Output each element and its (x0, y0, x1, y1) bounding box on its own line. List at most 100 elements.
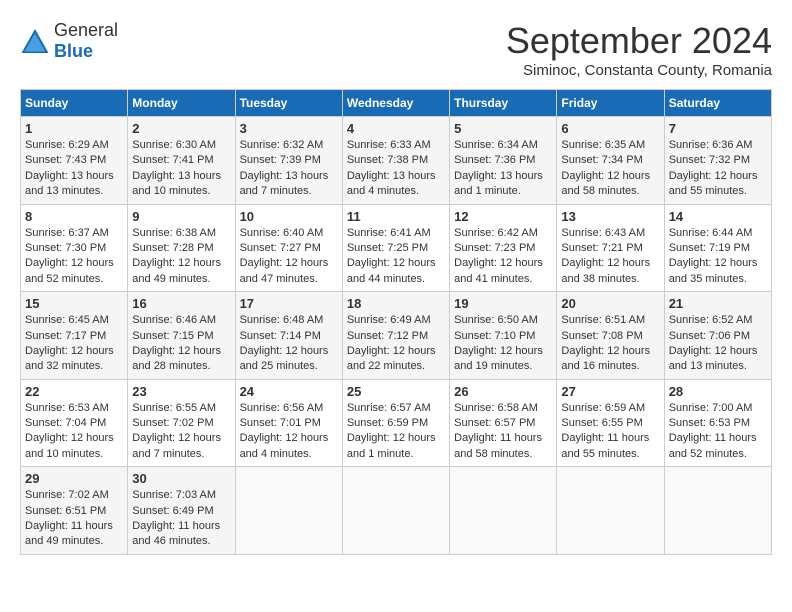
cell-info: Sunrise: 6:30 AM Sunset: 7:41 PM Dayligh… (132, 138, 230, 200)
calendar-cell: 15Sunrise: 6:45 AM Sunset: 7:17 PM Dayli… (21, 292, 128, 380)
cell-info: Sunrise: 6:41 AM Sunset: 7:25 PM Dayligh… (347, 226, 445, 288)
calendar-cell (235, 467, 342, 555)
day-number: 21 (669, 296, 767, 311)
logo-blue: Blue (54, 41, 93, 61)
calendar-cell: 28Sunrise: 7:00 AM Sunset: 6:53 PM Dayli… (664, 379, 771, 467)
calendar-cell (557, 467, 664, 555)
cell-info: Sunrise: 6:59 AM Sunset: 6:55 PM Dayligh… (561, 401, 659, 463)
calendar-cell: 30 Sunrise: 7:03 AM Sunset: 6:49 PM Dayli… (128, 467, 235, 555)
day-number: 25 (347, 384, 445, 399)
calendar-cell: 13 Sunrise: 6:43 AM Sunset: 7:21 PM Dayli… (557, 204, 664, 292)
cell-info: Sunrise: 6:57 AM Sunset: 6:59 PM Dayligh… (347, 401, 445, 463)
weekday-header: Sunday (21, 90, 128, 117)
cell-info: Sunrise: 6:58 AM Sunset: 6:57 PM Dayligh… (454, 401, 552, 463)
cell-info: Sunrise: 6:33 AM Sunset: 7:38 PM Dayligh… (347, 138, 445, 200)
calendar-cell: 4 Sunrise: 6:33 AM Sunset: 7:38 PM Daylig… (342, 117, 449, 205)
calendar-cell: 29 Sunrise: 7:02 AM Sunset: 6:51 PM Dayli… (21, 467, 128, 555)
cell-info: Sunrise: 6:44 AM Sunset: 7:19 PM Dayligh… (669, 226, 767, 288)
logo: General Blue (20, 20, 118, 62)
day-number: 13 (561, 209, 659, 224)
day-number: 27 (561, 384, 659, 399)
weekday-header: Saturday (664, 90, 771, 117)
calendar-table: SundayMondayTuesdayWednesdayThursdayFrid… (20, 89, 772, 555)
cell-info: Sunrise: 6:46 AM Sunset: 7:15 PM Dayligh… (132, 313, 230, 375)
cell-info: Sunrise: 6:52 AM Sunset: 7:06 PM Dayligh… (669, 313, 767, 375)
calendar-week-row: 8Sunrise: 6:37 AM Sunset: 7:30 PM Daylig… (21, 204, 772, 292)
calendar-cell: 6Sunrise: 6:35 AM Sunset: 7:34 PM Daylig… (557, 117, 664, 205)
day-number: 6 (561, 121, 659, 136)
cell-info: Sunrise: 6:29 AM Sunset: 7:43 PM Dayligh… (25, 138, 123, 200)
calendar-cell: 18Sunrise: 6:49 AM Sunset: 7:12 PM Dayli… (342, 292, 449, 380)
cell-info: Sunrise: 6:43 AM Sunset: 7:21 PM Dayligh… (561, 226, 659, 288)
logo-icon (20, 26, 50, 56)
day-number: 24 (240, 384, 338, 399)
day-number: 4 (347, 121, 445, 136)
calendar-cell: 1 Sunrise: 6:29 AM Sunset: 7:43 PM Daylig… (21, 117, 128, 205)
logo-general: General (54, 20, 118, 40)
day-number: 30 (132, 471, 230, 486)
calendar-week-row: 22Sunrise: 6:53 AM Sunset: 7:04 PM Dayli… (21, 379, 772, 467)
calendar-cell: 24 Sunrise: 6:56 AM Sunset: 7:01 PM Dayli… (235, 379, 342, 467)
day-number: 1 (25, 121, 123, 136)
cell-info: Sunrise: 6:50 AM Sunset: 7:10 PM Dayligh… (454, 313, 552, 375)
day-number: 15 (25, 296, 123, 311)
weekday-header: Tuesday (235, 90, 342, 117)
cell-info: Sunrise: 6:34 AM Sunset: 7:36 PM Dayligh… (454, 138, 552, 200)
calendar-cell: 25 Sunrise: 6:57 AM Sunset: 6:59 PM Dayli… (342, 379, 449, 467)
day-number: 5 (454, 121, 552, 136)
month-title: September 2024 (506, 20, 772, 62)
calendar-cell: 12 Sunrise: 6:42 AM Sunset: 7:23 PM Dayli… (450, 204, 557, 292)
calendar-cell: 19 Sunrise: 6:50 AM Sunset: 7:10 PM Dayli… (450, 292, 557, 380)
calendar-cell (664, 467, 771, 555)
day-number: 28 (669, 384, 767, 399)
calendar-cell: 21 Sunrise: 6:52 AM Sunset: 7:06 PM Dayli… (664, 292, 771, 380)
day-number: 12 (454, 209, 552, 224)
location-subtitle: Siminoc, Constanta County, Romania (506, 62, 772, 79)
calendar-cell: 11Sunrise: 6:41 AM Sunset: 7:25 PM Dayli… (342, 204, 449, 292)
cell-info: Sunrise: 6:53 AM Sunset: 7:04 PM Dayligh… (25, 401, 123, 463)
day-number: 23 (132, 384, 230, 399)
calendar-header-row: SundayMondayTuesdayWednesdayThursdayFrid… (21, 90, 772, 117)
day-number: 29 (25, 471, 123, 486)
calendar-body: 1 Sunrise: 6:29 AM Sunset: 7:43 PM Daylig… (21, 117, 772, 555)
calendar-cell: 8Sunrise: 6:37 AM Sunset: 7:30 PM Daylig… (21, 204, 128, 292)
calendar-cell: 16 Sunrise: 6:46 AM Sunset: 7:15 PM Dayli… (128, 292, 235, 380)
cell-info: Sunrise: 6:55 AM Sunset: 7:02 PM Dayligh… (132, 401, 230, 463)
cell-info: Sunrise: 6:37 AM Sunset: 7:30 PM Dayligh… (25, 226, 123, 288)
weekday-header: Thursday (450, 90, 557, 117)
calendar-cell: 23 Sunrise: 6:55 AM Sunset: 7:02 PM Dayli… (128, 379, 235, 467)
weekday-header: Friday (557, 90, 664, 117)
calendar-cell: 7Sunrise: 6:36 AM Sunset: 7:32 PM Daylig… (664, 117, 771, 205)
calendar-cell: 9 Sunrise: 6:38 AM Sunset: 7:28 PM Daylig… (128, 204, 235, 292)
day-number: 16 (132, 296, 230, 311)
cell-info: Sunrise: 6:38 AM Sunset: 7:28 PM Dayligh… (132, 226, 230, 288)
cell-info: Sunrise: 6:49 AM Sunset: 7:12 PM Dayligh… (347, 313, 445, 375)
cell-info: Sunrise: 6:40 AM Sunset: 7:27 PM Dayligh… (240, 226, 338, 288)
cell-info: Sunrise: 7:03 AM Sunset: 6:49 PM Dayligh… (132, 488, 230, 550)
day-number: 26 (454, 384, 552, 399)
calendar-week-row: 1 Sunrise: 6:29 AM Sunset: 7:43 PM Daylig… (21, 117, 772, 205)
calendar-cell: 14 Sunrise: 6:44 AM Sunset: 7:19 PM Dayli… (664, 204, 771, 292)
day-number: 19 (454, 296, 552, 311)
cell-info: Sunrise: 6:51 AM Sunset: 7:08 PM Dayligh… (561, 313, 659, 375)
cell-info: Sunrise: 6:36 AM Sunset: 7:32 PM Dayligh… (669, 138, 767, 200)
calendar-cell: 26 Sunrise: 6:58 AM Sunset: 6:57 PM Dayli… (450, 379, 557, 467)
title-area: September 2024 Siminoc, Constanta County… (506, 20, 772, 79)
day-number: 17 (240, 296, 338, 311)
weekday-header: Monday (128, 90, 235, 117)
day-number: 9 (132, 209, 230, 224)
cell-info: Sunrise: 7:02 AM Sunset: 6:51 PM Dayligh… (25, 488, 123, 550)
calendar-cell: 3Sunrise: 6:32 AM Sunset: 7:39 PM Daylig… (235, 117, 342, 205)
calendar-cell: 5 Sunrise: 6:34 AM Sunset: 7:36 PM Daylig… (450, 117, 557, 205)
cell-info: Sunrise: 6:42 AM Sunset: 7:23 PM Dayligh… (454, 226, 552, 288)
calendar-week-row: 29 Sunrise: 7:02 AM Sunset: 6:51 PM Dayli… (21, 467, 772, 555)
cell-info: Sunrise: 6:48 AM Sunset: 7:14 PM Dayligh… (240, 313, 338, 375)
day-number: 14 (669, 209, 767, 224)
weekday-header: Wednesday (342, 90, 449, 117)
calendar-cell: 20Sunrise: 6:51 AM Sunset: 7:08 PM Dayli… (557, 292, 664, 380)
cell-info: Sunrise: 6:56 AM Sunset: 7:01 PM Dayligh… (240, 401, 338, 463)
calendar-cell: 2Sunrise: 6:30 AM Sunset: 7:41 PM Daylig… (128, 117, 235, 205)
calendar-cell (342, 467, 449, 555)
day-number: 3 (240, 121, 338, 136)
calendar-cell: 27 Sunrise: 6:59 AM Sunset: 6:55 PM Dayli… (557, 379, 664, 467)
